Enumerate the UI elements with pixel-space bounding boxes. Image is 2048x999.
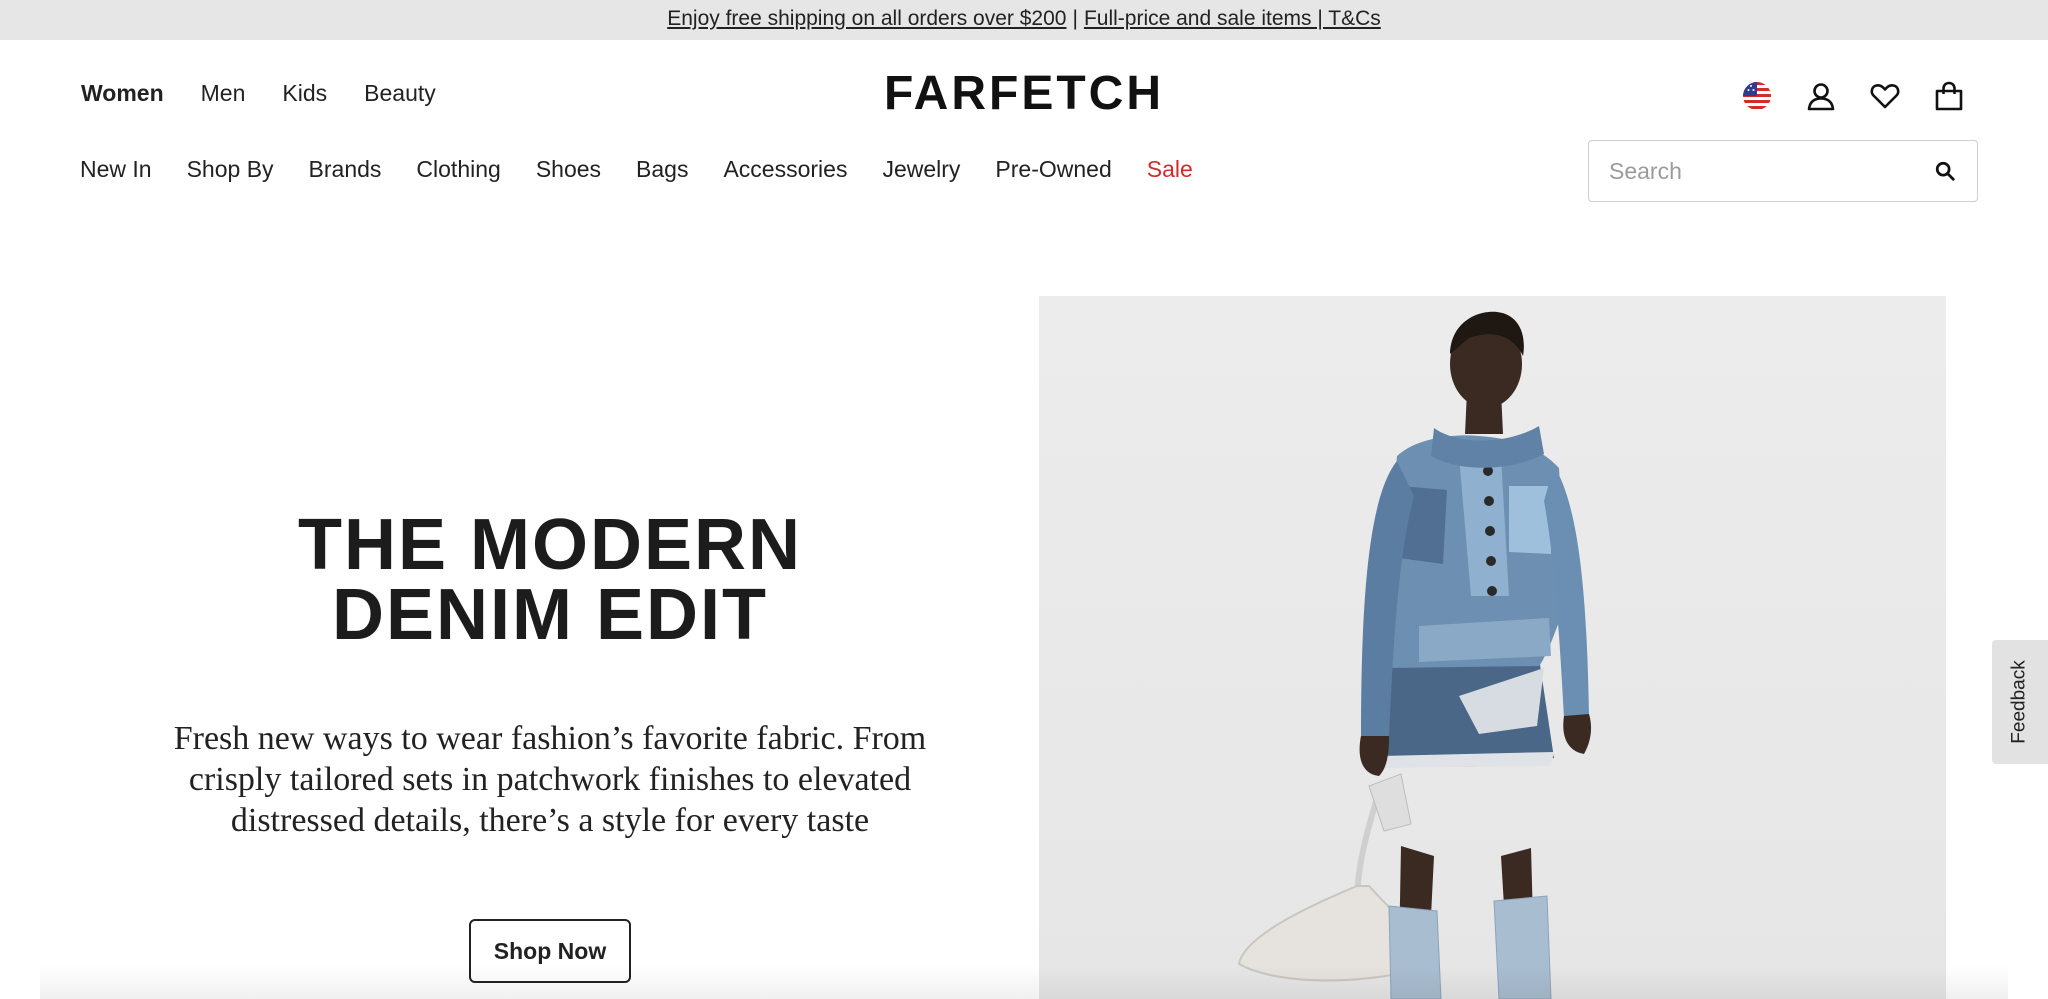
category-new-in[interactable]: New In: [80, 156, 152, 183]
header-icons: [1740, 79, 1966, 113]
account-icon[interactable]: [1804, 79, 1838, 113]
category-clothing[interactable]: Clothing: [416, 156, 500, 183]
gender-tab-beauty[interactable]: Beauty: [364, 80, 436, 107]
category-pre-owned[interactable]: Pre-Owned: [995, 156, 1111, 183]
gender-tab-men[interactable]: Men: [201, 80, 246, 107]
heart-icon[interactable]: [1868, 79, 1902, 113]
search-icon[interactable]: [1931, 157, 1959, 185]
promo-banner: Enjoy free shipping on all orders over $…: [0, 0, 2048, 40]
category-bags[interactable]: Bags: [636, 156, 688, 183]
terms-link[interactable]: Full-price and sale items | T&Cs: [1084, 7, 1381, 30]
free-shipping-link[interactable]: Enjoy free shipping on all orders over $…: [667, 7, 1066, 30]
gender-tab-kids[interactable]: Kids: [282, 80, 327, 107]
model-illustration: [1237, 311, 1592, 999]
gender-tab-women[interactable]: Women: [81, 80, 164, 107]
gender-nav: Women Men Kids Beauty: [81, 80, 436, 107]
category-shoes[interactable]: Shoes: [536, 156, 601, 183]
category-sale[interactable]: Sale: [1147, 156, 1193, 183]
search-box: [1588, 140, 1978, 202]
shop-now-button[interactable]: Shop Now: [469, 919, 631, 983]
hero-title: THE MODERN DENIM EDIT: [150, 509, 950, 651]
banner-separator: |: [1072, 7, 1078, 30]
search-input[interactable]: [1607, 156, 1931, 186]
us-flag-icon[interactable]: [1740, 79, 1774, 113]
feedback-tab[interactable]: Feedback: [1992, 640, 2048, 764]
category-nav: New In Shop By Brands Clothing Shoes Bag…: [80, 156, 1193, 183]
category-accessories[interactable]: Accessories: [723, 156, 847, 183]
farfetch-logo[interactable]: FARFETCH: [884, 67, 1164, 120]
category-jewelry[interactable]: Jewelry: [882, 156, 960, 183]
feedback-label: Feedback: [2009, 660, 2031, 744]
hero-title-line-1: THE MODERN: [298, 505, 802, 585]
hero-subtitle: Fresh new ways to wear fashion’s favorit…: [173, 720, 927, 839]
shopping-bag-icon[interactable]: [1932, 79, 1966, 113]
hero-title-line-2: DENIM EDIT: [331, 575, 768, 655]
category-shop-by[interactable]: Shop By: [187, 156, 274, 183]
hero-image[interactable]: [1039, 296, 1946, 999]
category-brands[interactable]: Brands: [309, 156, 382, 183]
